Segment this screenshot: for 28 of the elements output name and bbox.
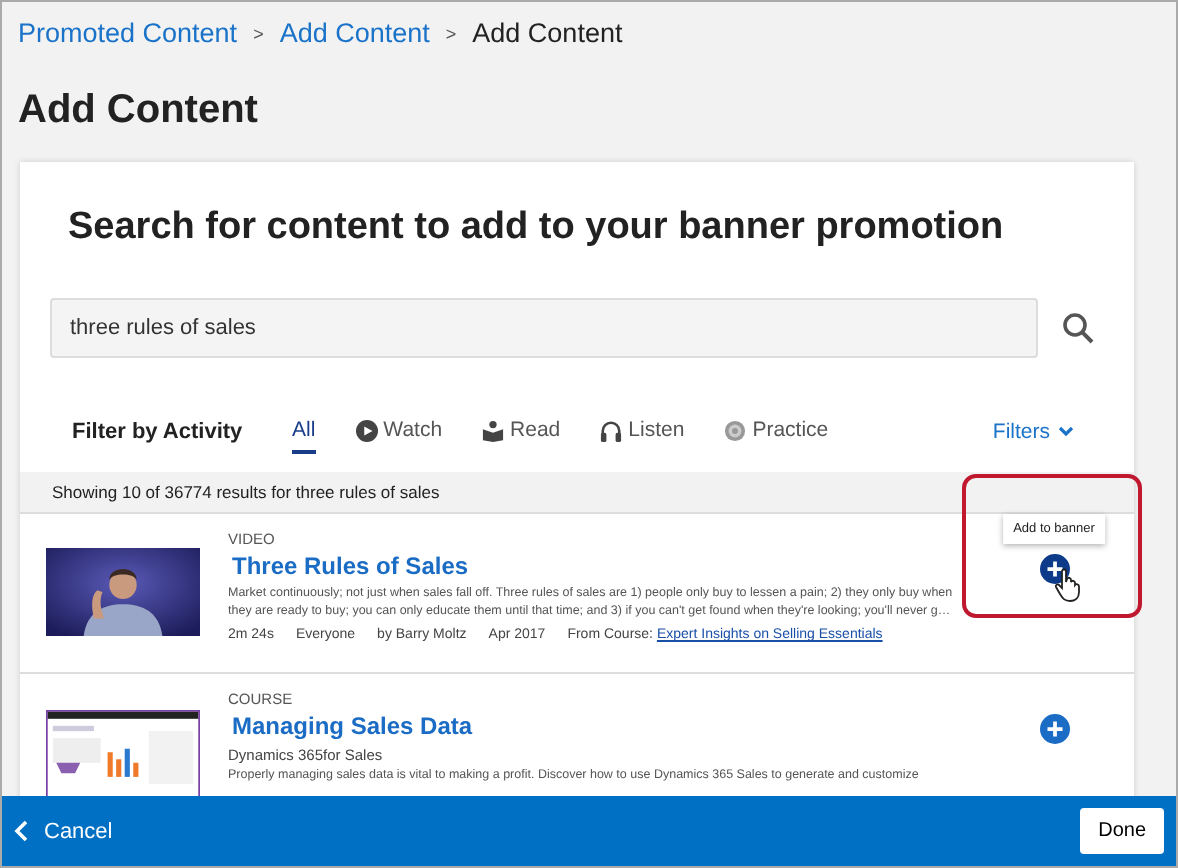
hand-cursor-icon (1054, 568, 1080, 602)
results-summary: Showing 10 of 36774 results for three rules of sales (52, 482, 440, 502)
target-icon (724, 419, 747, 441)
breadcrumb-link[interactable]: Promoted Content (18, 18, 238, 48)
filter-label: Filter by Activity (72, 420, 245, 444)
activity-tab[interactable]: All (292, 410, 316, 454)
breadcrumb-current: Add Content (472, 18, 623, 48)
result-title-link[interactable]: Three Rules of Sales (232, 552, 992, 580)
page-title: Add Content (18, 88, 260, 134)
headphones-icon (600, 419, 623, 441)
breadcrumb-separator: > (445, 23, 457, 43)
activity-tab[interactable]: Practice (724, 410, 829, 454)
chevron-left-icon (14, 820, 28, 842)
cancel-button[interactable]: Cancel (2, 817, 125, 845)
reader-icon (482, 419, 505, 441)
done-button[interactable]: Done (1080, 808, 1164, 854)
result-title-link[interactable]: Managing Sales Data (232, 712, 992, 740)
search-icon[interactable] (1062, 312, 1094, 344)
breadcrumb-link[interactable]: Add Content (279, 18, 430, 48)
activity-tab[interactable]: Listen (600, 410, 685, 454)
activity-tab[interactable]: Read (482, 410, 561, 454)
search-input[interactable]: three rules of sales (52, 300, 1036, 356)
breadcrumb-separator: > (253, 23, 264, 43)
chevron-down-icon (1058, 426, 1074, 438)
play-icon (355, 419, 378, 441)
filters-button[interactable]: Filters (980, 418, 1086, 446)
card-title: Search for content to add to your banner promotion (66, 204, 1006, 250)
activity-tab[interactable]: Watch (355, 410, 443, 454)
